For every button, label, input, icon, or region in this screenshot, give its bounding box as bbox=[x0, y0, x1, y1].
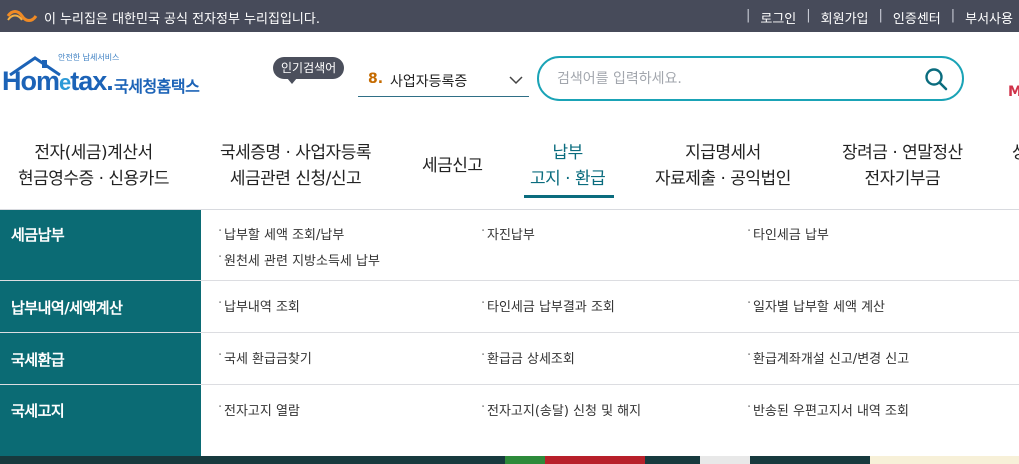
menu-link-others-tax-payment[interactable]: 타인세금 납부 bbox=[747, 224, 829, 243]
popular-term: 사업자등록증 bbox=[390, 74, 468, 90]
category-payment-history[interactable]: 납부내역/세액계산 bbox=[0, 281, 201, 332]
gnb-payment-refund[interactable]: 납부 고지 · 환급 bbox=[530, 140, 606, 192]
header-edge-text: M bbox=[1008, 84, 1019, 100]
menu-link-payment-history[interactable]: 납부내역 조회 bbox=[218, 296, 300, 315]
popular-search-dropdown[interactable]: 8. 사업자등록증 bbox=[358, 66, 529, 97]
gnb-payment-statement[interactable]: 지급명세서 자료제출 · 공익법인 bbox=[655, 140, 791, 192]
gov-symbol-icon bbox=[6, 10, 38, 22]
background-banner-peek bbox=[0, 456, 1019, 464]
search-icon[interactable] bbox=[924, 67, 948, 91]
popular-rank: 8. bbox=[368, 71, 384, 87]
main-navigation: 전자(세금)계산서 현금영수증 · 신용카드 국세증명 · 사업자등록 세금관련… bbox=[0, 122, 1019, 210]
menu-link-refund-account[interactable]: 환급계좌개설 신고/변경 신고 bbox=[747, 348, 909, 367]
utility-links: | 로그인 | 회원가입 | 인증센터 | 부서사용 bbox=[746, 8, 1013, 27]
menu-link-payable-tax-inquiry[interactable]: 납부할 세액 조회/납부 bbox=[218, 224, 344, 243]
gnb-e-invoice[interactable]: 전자(세금)계산서 현금영수증 · 신용카드 bbox=[18, 140, 169, 192]
gnb-tax-return[interactable]: 세금신고 bbox=[422, 153, 483, 179]
menu-link-e-notice-apply[interactable]: 전자고지(송달) 신청 및 해지 bbox=[481, 400, 641, 419]
mega-row-refund: 국세환급 국세 환급금찾기 환급금 상세조회 환급계좌개설 신고/변경 신고 bbox=[0, 333, 1019, 385]
category-tax-notice[interactable]: 국세고지 bbox=[0, 385, 201, 456]
menu-link-refund-detail[interactable]: 환급금 상세조회 bbox=[481, 348, 575, 367]
mega-row-tax-notice: 국세고지 전자고지 열람 전자고지(송달) 신청 및 해지 반송된 우편고지서 … bbox=[0, 385, 1019, 456]
cert-center-link[interactable]: 인증센터 bbox=[893, 8, 941, 27]
gov-notice-bar: 이 누리집은 대한민국 공식 전자정부 누리집입니다. | 로그인 | 회원가입… bbox=[0, 0, 1019, 32]
gnb-incentive-year-end[interactable]: 장려금 · 연말정산 전자기부금 bbox=[842, 140, 963, 192]
login-link[interactable]: 로그인 bbox=[760, 8, 796, 27]
gnb-certificate-registration[interactable]: 국세증명 · 사업자등록 세금관련 신청/신고 bbox=[220, 140, 371, 192]
logo-wordmark: Hometax. bbox=[2, 66, 114, 96]
mega-row-tax-payment: 세금납부 납부할 세액 조회/납부 자진납부 타인세금 납부 원천세 관련 지방… bbox=[0, 210, 1019, 281]
logo-tagline: 안전한 납세서비스 bbox=[58, 53, 120, 62]
logo-korean-name: 국세청홈택스 bbox=[114, 77, 200, 96]
search-box bbox=[537, 56, 964, 101]
menu-link-daily-tax-calc[interactable]: 일자별 납부할 세액 계산 bbox=[747, 296, 885, 315]
hometax-logo[interactable]: 안전한 납세서비스 Hometax. 국세청홈택스 bbox=[2, 52, 212, 107]
department-user-link[interactable]: 부서사용 bbox=[965, 8, 1013, 27]
menu-link-self-payment[interactable]: 자진납부 bbox=[481, 224, 535, 243]
site-header: 안전한 납세서비스 Hometax. 국세청홈택스 인기검색어 8. 사업자등록… bbox=[0, 32, 1019, 122]
gnb-more[interactable]: 상 bbox=[1012, 140, 1019, 166]
mega-menu-panel: 세금납부 납부할 세액 조회/납부 자진납부 타인세금 납부 원천세 관련 지방… bbox=[0, 210, 1019, 456]
menu-link-e-notice-view[interactable]: 전자고지 열람 bbox=[218, 400, 300, 419]
search-input[interactable] bbox=[557, 68, 917, 90]
menu-link-find-refund[interactable]: 국세 환급금찾기 bbox=[218, 348, 312, 367]
gov-notice-text: 이 누리집은 대한민국 공식 전자정부 누리집입니다. bbox=[44, 12, 320, 27]
chevron-down-icon bbox=[509, 76, 523, 85]
signup-link[interactable]: 회원가입 bbox=[821, 8, 869, 27]
category-tax-refund[interactable]: 국세환급 bbox=[0, 333, 201, 384]
menu-link-others-payment-result[interactable]: 타인세금 납부결과 조회 bbox=[481, 296, 615, 315]
popular-search-badge: 인기검색어 bbox=[273, 57, 345, 84]
category-tax-payment[interactable]: 세금납부 bbox=[0, 210, 201, 280]
menu-link-returned-notice[interactable]: 반송된 우편고지서 내역 조회 bbox=[747, 400, 909, 419]
mega-row-payment-history: 납부내역/세액계산 납부내역 조회 타인세금 납부결과 조회 일자별 납부할 세… bbox=[0, 281, 1019, 333]
active-tab-indicator bbox=[524, 195, 614, 198]
menu-link-local-income-tax[interactable]: 원천세 관련 지방소득세 납부 bbox=[218, 250, 380, 269]
